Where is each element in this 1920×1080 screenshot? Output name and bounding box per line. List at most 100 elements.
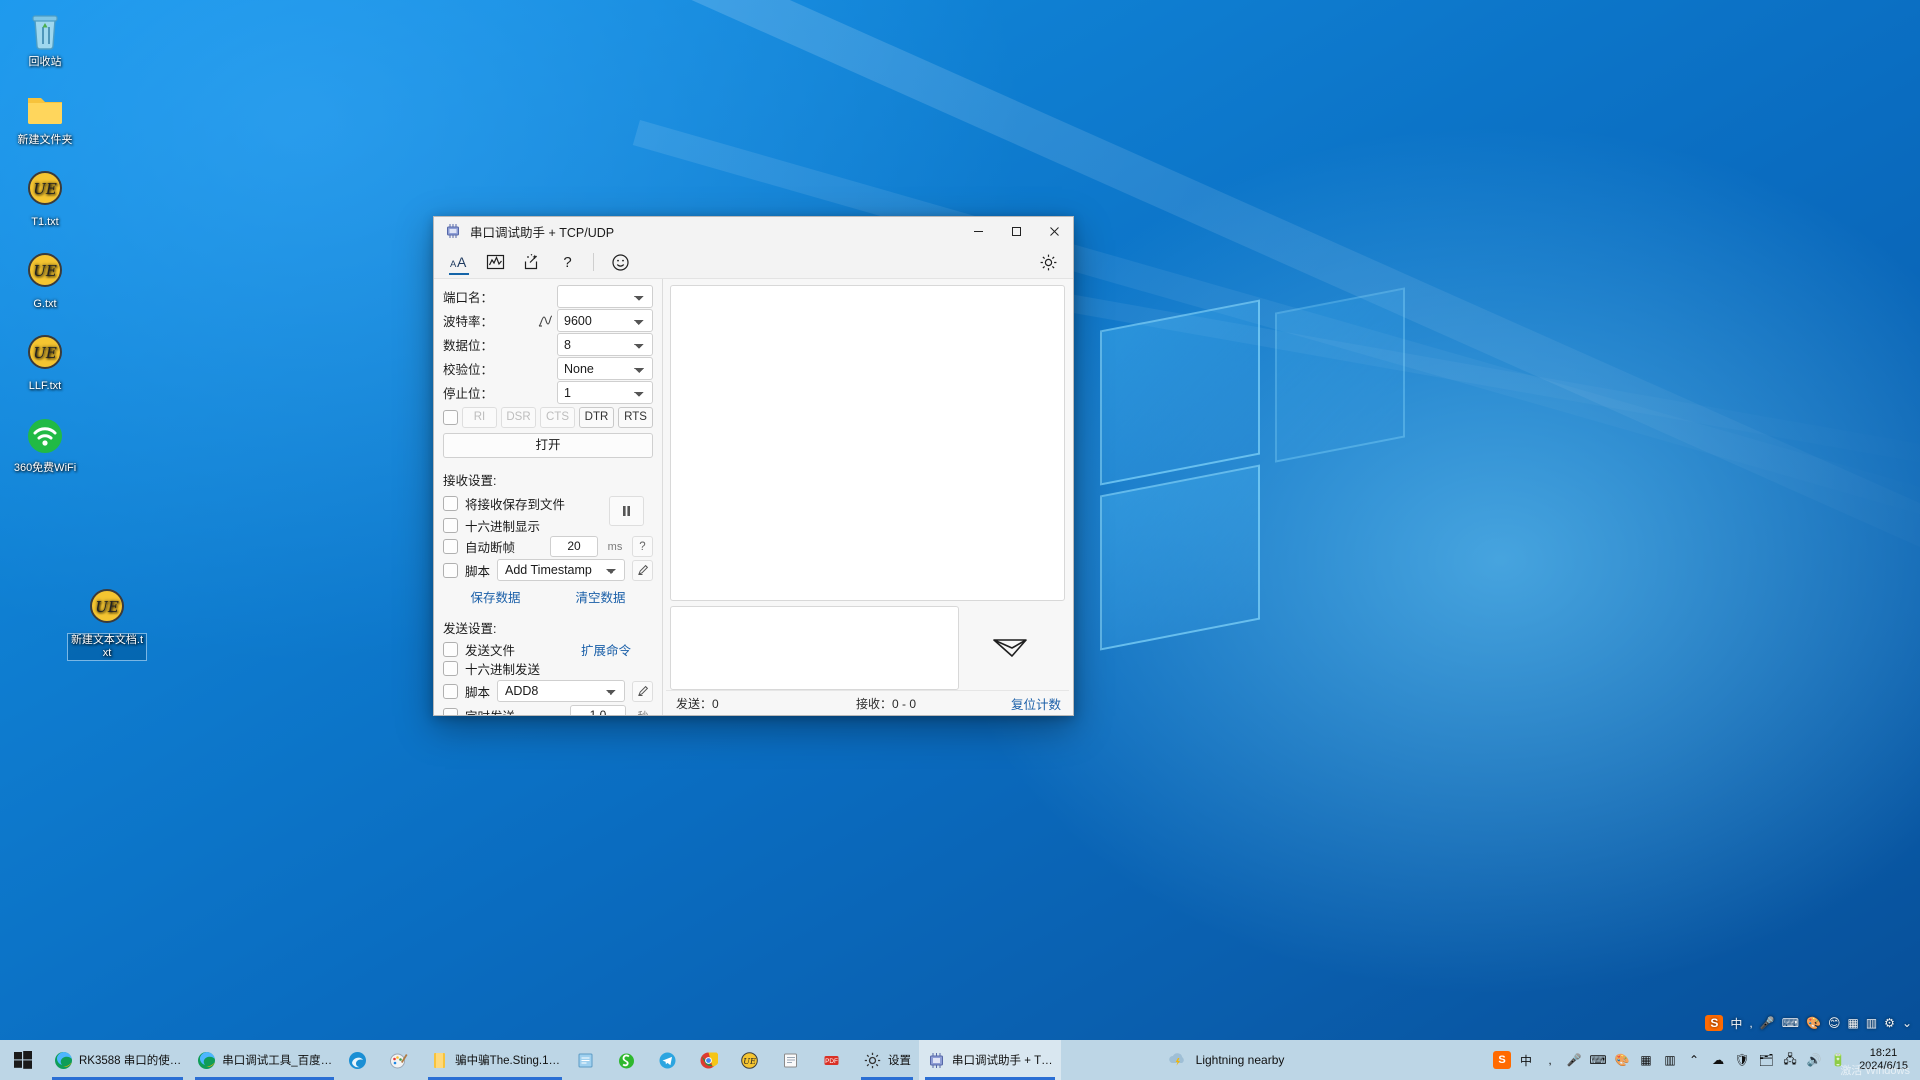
tray-volume-icon[interactable]: 🔊 — [1805, 1051, 1823, 1069]
desktop-icon-recycle-bin[interactable]: 回收站 — [6, 8, 84, 69]
receive-script-select[interactable]: Add Timestamp — [497, 559, 625, 581]
tray-folder-icon[interactable]: 🗂 — [1757, 1051, 1775, 1069]
ime-dot-icon[interactable]: , — [1749, 1016, 1752, 1030]
send-script-row[interactable]: 脚本 ADD8 — [443, 680, 653, 702]
ime-apps-icon[interactable]: ▦ — [1847, 1016, 1858, 1030]
taskbar-item-notepad[interactable] — [568, 1040, 609, 1080]
ime-gear-icon[interactable]: ⚙ — [1884, 1016, 1895, 1030]
auto-frame-input[interactable]: 20 — [550, 536, 598, 557]
ime-palette-icon[interactable]: 🎨 — [1806, 1016, 1821, 1030]
tray-apps-icon[interactable]: ▦ — [1637, 1051, 1655, 1069]
hex-send-row[interactable]: 十六进制发送 — [443, 659, 653, 678]
magic-wand-icon[interactable] — [514, 248, 548, 276]
tray-onedrive-icon[interactable]: ☁ — [1709, 1051, 1727, 1069]
send-file-row[interactable]: 发送文件 扩展命令 — [443, 640, 653, 659]
window-titlebar[interactable]: 串口调试助手 + TCP/UDP — [434, 217, 1073, 246]
desktop-icon-g-txt[interactable]: UE G.txt — [6, 250, 84, 311]
help-icon[interactable]: ? — [550, 248, 584, 276]
flag-dtr[interactable]: DTR — [579, 407, 614, 428]
save-to-file-checkbox[interactable] — [443, 495, 458, 511]
lightning-nearby-widget[interactable]: Lightning nearby — [1157, 1050, 1295, 1071]
tray-network-icon[interactable]: 🖧 — [1781, 1051, 1799, 1069]
taskbar-item-chrome[interactable] — [691, 1040, 732, 1080]
taskbar-item-paint[interactable] — [381, 1040, 422, 1080]
extend-command-link[interactable]: 扩展命令 — [581, 640, 631, 659]
send-script-checkbox[interactable] — [443, 683, 458, 699]
desktop-icon-new-folder[interactable]: 新建文件夹 — [6, 86, 84, 147]
taskbar-item-pdf[interactable]: PDF — [814, 1040, 855, 1080]
tray-chevron-up-icon[interactable]: ⌃ — [1685, 1051, 1703, 1069]
tray-shield-icon[interactable]: 🛡 — [1733, 1051, 1751, 1069]
tray-palette-icon[interactable]: 🎨 — [1613, 1051, 1631, 1069]
stop-bits-select[interactable]: 1 — [557, 381, 653, 404]
taskbar-item-browser360[interactable] — [609, 1040, 650, 1080]
desktop-icon-t1-txt[interactable]: UE T1.txt — [6, 168, 84, 229]
tray-dot-icon[interactable]: , — [1541, 1051, 1559, 1069]
settings-gear-icon[interactable] — [1031, 248, 1065, 276]
flag-dsr[interactable]: DSR — [501, 407, 536, 428]
taskbar-item-edge-rk3588[interactable]: RK3588 串口的使… — [46, 1040, 189, 1080]
auto-frame-checkbox[interactable] — [443, 539, 458, 554]
ime-mode-label[interactable]: 中 — [1730, 1015, 1742, 1032]
send-textarea[interactable] — [670, 606, 959, 690]
open-port-button[interactable]: 打开 — [443, 433, 653, 458]
taskbar-item-reader[interactable] — [773, 1040, 814, 1080]
receive-textarea[interactable] — [670, 285, 1065, 601]
font-size-icon[interactable]: A A — [442, 248, 476, 276]
hex-send-checkbox[interactable] — [443, 661, 458, 676]
flag-ri[interactable]: RI — [462, 407, 497, 428]
send-script-edit-icon[interactable] — [632, 680, 653, 702]
taskbar-item-video[interactable]: 骗中骗The.Sting.1… — [422, 1040, 568, 1080]
auto-frame-help-button[interactable]: ? — [632, 536, 653, 557]
send-script-select[interactable]: ADD8 — [497, 680, 625, 702]
taskbar-item-settings[interactable]: 设置 — [855, 1040, 919, 1080]
flag-cts[interactable]: CTS — [540, 407, 575, 428]
flags-master-checkbox[interactable] — [443, 410, 458, 425]
emoji-smiley-icon[interactable] — [603, 248, 637, 276]
tray-mic-icon[interactable]: 🎤 — [1565, 1051, 1583, 1069]
tray-ime-lang[interactable]: 中 — [1517, 1051, 1535, 1069]
send-button[interactable] — [959, 606, 1065, 690]
save-data-link[interactable]: 保存数据 — [470, 587, 520, 606]
receive-script-checkbox[interactable] — [443, 562, 458, 578]
start-button[interactable] — [0, 1040, 46, 1080]
tray-grid-icon[interactable]: ▥ — [1661, 1051, 1679, 1069]
hex-display-checkbox[interactable] — [443, 517, 458, 533]
maximize-button[interactable] — [997, 217, 1035, 246]
flag-rts[interactable]: RTS — [618, 407, 653, 428]
desktop-icon-llf-txt[interactable]: UE LLF.txt — [6, 332, 84, 393]
auto-frame-row[interactable]: 自动断帧 20 ms ? — [443, 536, 653, 557]
pause-receive-button[interactable] — [609, 496, 644, 526]
tray-keyboard-icon[interactable]: ⌨ — [1589, 1051, 1607, 1069]
taskbar-item-telegram[interactable] — [650, 1040, 691, 1080]
taskbar-item-ultraedit[interactable]: UE — [732, 1040, 773, 1080]
waveform-chart-icon[interactable] — [478, 248, 512, 276]
minimize-button[interactable] — [959, 217, 997, 246]
receive-script-row[interactable]: 脚本 Add Timestamp — [443, 559, 653, 581]
parity-select[interactable]: None — [557, 357, 653, 380]
ime-keyboard-icon[interactable]: ⌨ — [1782, 1016, 1799, 1030]
port-name-select[interactable] — [557, 285, 653, 308]
send-file-checkbox[interactable] — [443, 642, 458, 657]
close-button[interactable] — [1035, 217, 1073, 246]
taskbar-item-label: 串口调试助手 + T… — [952, 1055, 1053, 1067]
ime-emoji-icon[interactable]: 😊 — [1828, 1016, 1841, 1030]
ime-chevron-icon[interactable]: ⌄ — [1902, 1016, 1912, 1030]
taskbar-item-edge[interactable] — [340, 1040, 381, 1080]
receive-script-edit-icon[interactable] — [632, 559, 653, 581]
ime-grid-icon[interactable]: ▥ — [1866, 1016, 1877, 1030]
clear-data-link[interactable]: 清空数据 — [575, 587, 625, 606]
timed-send-input[interactable]: 1.0 — [570, 705, 626, 715]
taskbar-item-serial-assistant[interactable]: 串口调试助手 + T… — [919, 1040, 1061, 1080]
timed-send-row[interactable]: 定时发送 1.0 秒 — [443, 705, 653, 715]
desktop-icon-new-text-document[interactable]: UE 新建文本文档.txt — [67, 586, 147, 661]
ime-sogou-icon[interactable]: S — [1705, 1015, 1724, 1031]
tray-sogou-icon[interactable]: S — [1493, 1051, 1512, 1069]
desktop-icon-360-wifi[interactable]: 360免费WiFi — [6, 414, 84, 475]
data-bits-select[interactable]: 8 — [557, 333, 653, 356]
ime-mic-icon[interactable]: 🎤 — [1760, 1016, 1775, 1030]
timed-send-checkbox[interactable] — [443, 708, 458, 715]
taskbar-item-edge-serial-tool[interactable]: 串口调试工具_百度… — [189, 1040, 340, 1080]
baud-rate-select[interactable]: 9600 — [557, 309, 653, 332]
reset-counter-link[interactable]: 复位计数 — [1011, 694, 1061, 713]
